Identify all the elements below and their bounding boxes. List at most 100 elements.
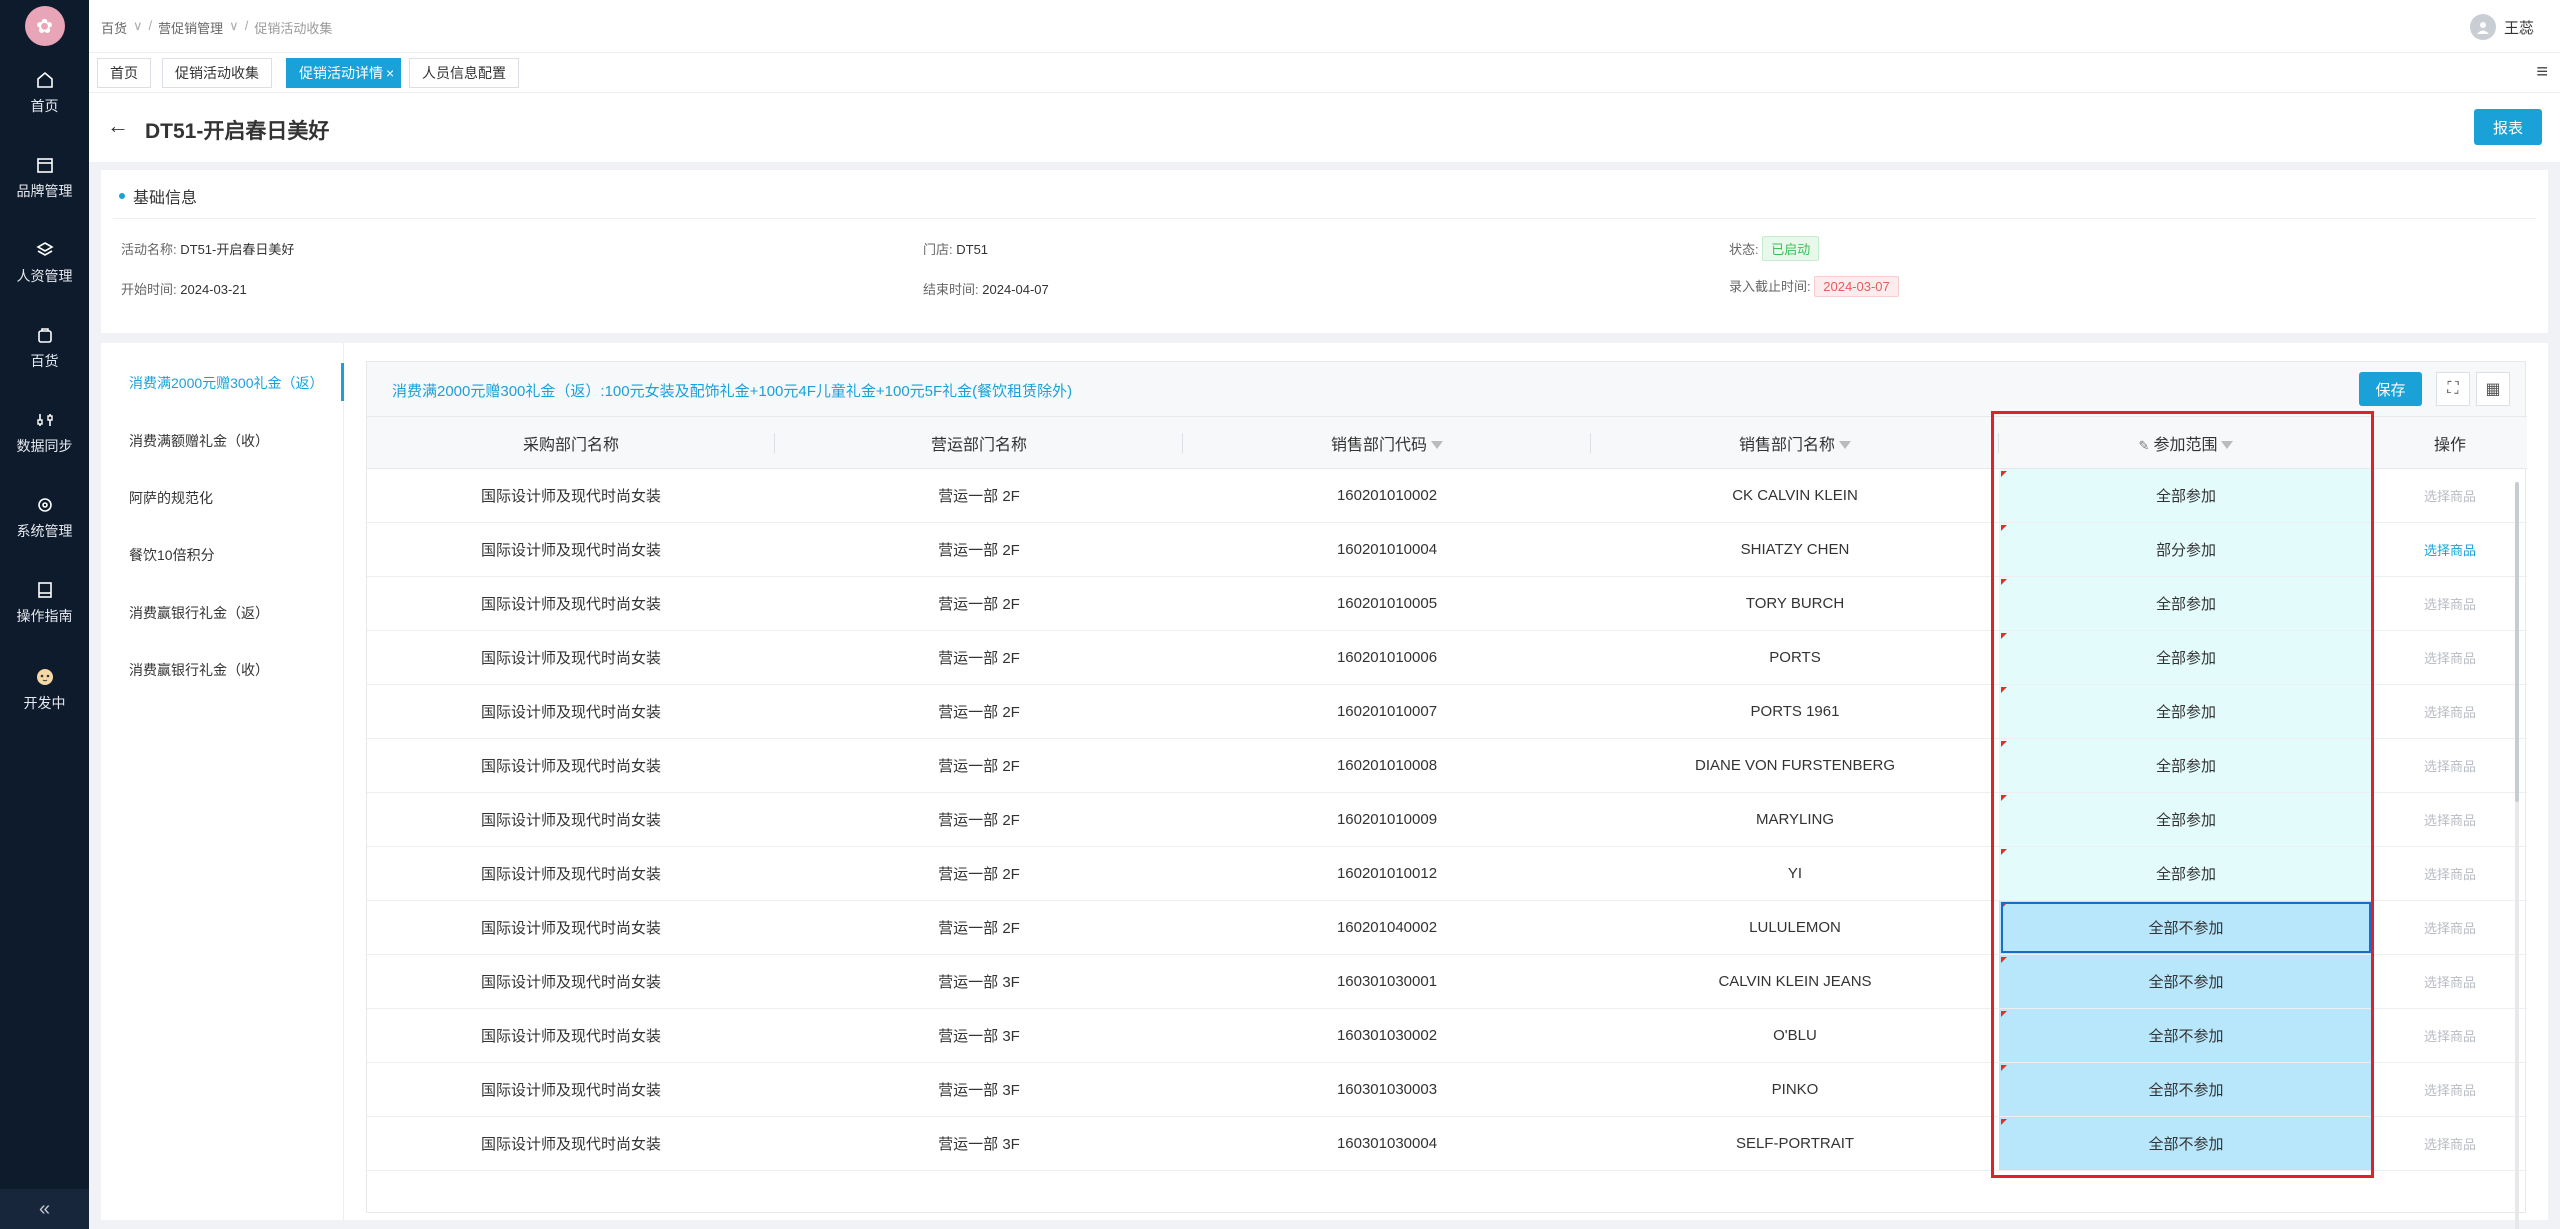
cell-ops-dept: 营运一部 3F: [775, 1062, 1183, 1117]
promotion-item[interactable]: 消费满额赠礼金（收）: [129, 431, 269, 451]
cell-purchase-dept: 国际设计师及现代时尚女装: [367, 792, 775, 847]
nav-item-brand[interactable]: 品牌管理: [0, 155, 89, 201]
select-products-link[interactable]: 选择商品: [2373, 846, 2527, 901]
cell-ops-dept: 营运一部 2F: [775, 468, 1183, 523]
status-badge: 已启动: [1762, 236, 1820, 261]
breadcrumb-item[interactable]: 营促销管理: [158, 18, 223, 37]
cell-purchase-dept: 国际设计师及现代时尚女装: [367, 468, 775, 523]
collapse-nav-button[interactable]: «: [0, 1189, 89, 1229]
filter-icon[interactable]: [1431, 441, 1443, 450]
promotion-item[interactable]: 消费赢银行礼金（收）: [129, 660, 269, 680]
promotion-item[interactable]: 餐饮10倍积分: [129, 545, 215, 565]
cell-ops-dept: 营运一部 3F: [775, 954, 1183, 1009]
select-products-link[interactable]: 选择商品: [2373, 900, 2527, 955]
field-value: 2024-03-21: [180, 282, 247, 297]
cell-ops-dept: 营运一部 2F: [775, 684, 1183, 739]
nav-item-hr[interactable]: 人资管理: [0, 240, 89, 286]
nav-item-department-store[interactable]: 百货: [0, 325, 89, 371]
tab-home[interactable]: 首页: [97, 58, 151, 88]
breadcrumb-item[interactable]: 百货: [101, 18, 127, 37]
cell-ops-dept: 营运一部 2F: [775, 792, 1183, 847]
column-header-ops-dept: 营运部门名称: [775, 416, 1183, 469]
cell-sales-code: 160201010002: [1183, 468, 1591, 523]
chevron-down-icon: ∨: [133, 18, 143, 33]
back-arrow-icon[interactable]: ←: [107, 113, 129, 139]
sync-icon: [36, 414, 53, 426]
store-field: 门店: DT51: [923, 239, 988, 258]
grid-icon[interactable]: ▦: [2476, 372, 2510, 406]
close-icon[interactable]: ×: [386, 65, 394, 81]
table-scrollbar[interactable]: [2515, 482, 2519, 1229]
bullet-dot: [119, 193, 125, 199]
header-label: 销售部门代码: [1330, 436, 1427, 454]
bag-icon: [37, 328, 52, 343]
field-label: 结束时间:: [923, 282, 979, 297]
cell-sales-code: 160201010012: [1183, 846, 1591, 901]
cell-sales-code: 160201010005: [1183, 576, 1591, 631]
cell-sales-code: 160201010007: [1183, 684, 1591, 739]
tab-promo-collection[interactable]: 促销活动收集: [162, 58, 272, 88]
nav-item-system[interactable]: 系统管理: [0, 495, 89, 541]
field-label: 活动名称:: [121, 242, 177, 257]
page-header: ← DT51-开启春日美好 报表: [89, 92, 2560, 162]
nav-label: 人资管理: [16, 268, 73, 284]
promotion-item[interactable]: 阿萨的规范化: [129, 488, 213, 508]
filter-icon[interactable]: [1839, 441, 1851, 450]
select-products-link[interactable]: 选择商品: [2373, 792, 2527, 847]
tab-label: 促销活动收集: [175, 65, 259, 81]
chevron-down-icon: ∨: [229, 18, 239, 33]
panel-header: 消费满2000元赠300礼金（返）:100元女装及配饰礼金+100元4F儿童礼金…: [367, 362, 2525, 416]
cell-purchase-dept: 国际设计师及现代时尚女装: [367, 900, 775, 955]
field-label: 门店:: [923, 242, 953, 257]
nav-item-home[interactable]: 首页: [0, 70, 89, 116]
column-header-sales-name: 销售部门名称: [1591, 416, 1999, 469]
book-icon: [37, 582, 52, 598]
basic-info-header: 基础信息: [119, 184, 197, 208]
select-products-link[interactable]: 选择商品: [2373, 1008, 2527, 1063]
cell-sales-code: 160301030003: [1183, 1062, 1591, 1117]
menu-icon[interactable]: ≡: [2536, 61, 2548, 84]
select-products-link[interactable]: 选择商品: [2373, 522, 2527, 577]
nav-item-data-sync[interactable]: 数据同步: [0, 410, 89, 456]
save-button[interactable]: 保存: [2359, 372, 2422, 406]
tab-promo-detail[interactable]: 促销活动详情 ×: [286, 58, 402, 88]
breadcrumb-separator: /: [244, 18, 249, 33]
cell-sales-code: 160201040002: [1183, 900, 1591, 955]
cell-purchase-dept: 国际设计师及现代时尚女装: [367, 1008, 775, 1063]
cell-sales-name: MARYLING: [1591, 792, 1999, 847]
cell-purchase-dept: 国际设计师及现代时尚女装: [367, 1116, 775, 1171]
cell-sales-code: 160201010008: [1183, 738, 1591, 793]
nav-item-dev[interactable]: 开发中: [0, 665, 89, 713]
select-products-link[interactable]: 选择商品: [2373, 468, 2527, 523]
select-products-link[interactable]: 选择商品: [2373, 1116, 2527, 1171]
activity-name-field: 活动名称: DT51-开启春日美好: [121, 239, 294, 258]
select-products-link[interactable]: 选择商品: [2373, 1062, 2527, 1117]
cell-sales-name: SELF-PORTRAIT: [1591, 1116, 1999, 1171]
status-field: 状态: 已启动: [1729, 236, 1820, 261]
select-products-link[interactable]: 选择商品: [2373, 630, 2527, 685]
nav-item-guide[interactable]: 操作指南: [0, 580, 89, 626]
select-products-link[interactable]: 选择商品: [2373, 576, 2527, 631]
user-icon: [2476, 22, 2489, 34]
user-menu[interactable]: 王蕊: [2469, 14, 2534, 40]
select-products-link[interactable]: 选择商品: [2373, 954, 2527, 1009]
cell-ops-dept: 营运一部 3F: [775, 1116, 1183, 1171]
promotion-item[interactable]: 消费满2000元赠300礼金（返）: [129, 373, 324, 393]
user-name: 王蕊: [2503, 19, 2534, 37]
header-label: 营运部门名称: [930, 436, 1027, 454]
breadcrumb: 百货 ∨ / 营促销管理 ∨ / 促销活动收集: [101, 18, 332, 37]
cell-purchase-dept: 国际设计师及现代时尚女装: [367, 738, 775, 793]
promotion-item[interactable]: 消费赢银行礼金（返）: [129, 603, 269, 623]
scrollbar-thumb[interactable]: [2515, 482, 2519, 802]
tab-staff-config[interactable]: 人员信息配置: [409, 58, 519, 88]
home-icon: [36, 71, 53, 88]
nav-label: 操作指南: [16, 608, 73, 624]
cell-ops-dept: 营运一部 2F: [775, 630, 1183, 685]
select-products-link[interactable]: 选择商品: [2373, 684, 2527, 739]
select-products-link[interactable]: 选择商品: [2373, 738, 2527, 793]
cell-ops-dept: 营运一部 2F: [775, 846, 1183, 901]
report-button[interactable]: 报表: [2474, 109, 2542, 145]
fullscreen-icon[interactable]: ⛶: [2436, 372, 2470, 406]
nav-label: 首页: [30, 98, 59, 114]
avatar: [2469, 14, 2496, 40]
